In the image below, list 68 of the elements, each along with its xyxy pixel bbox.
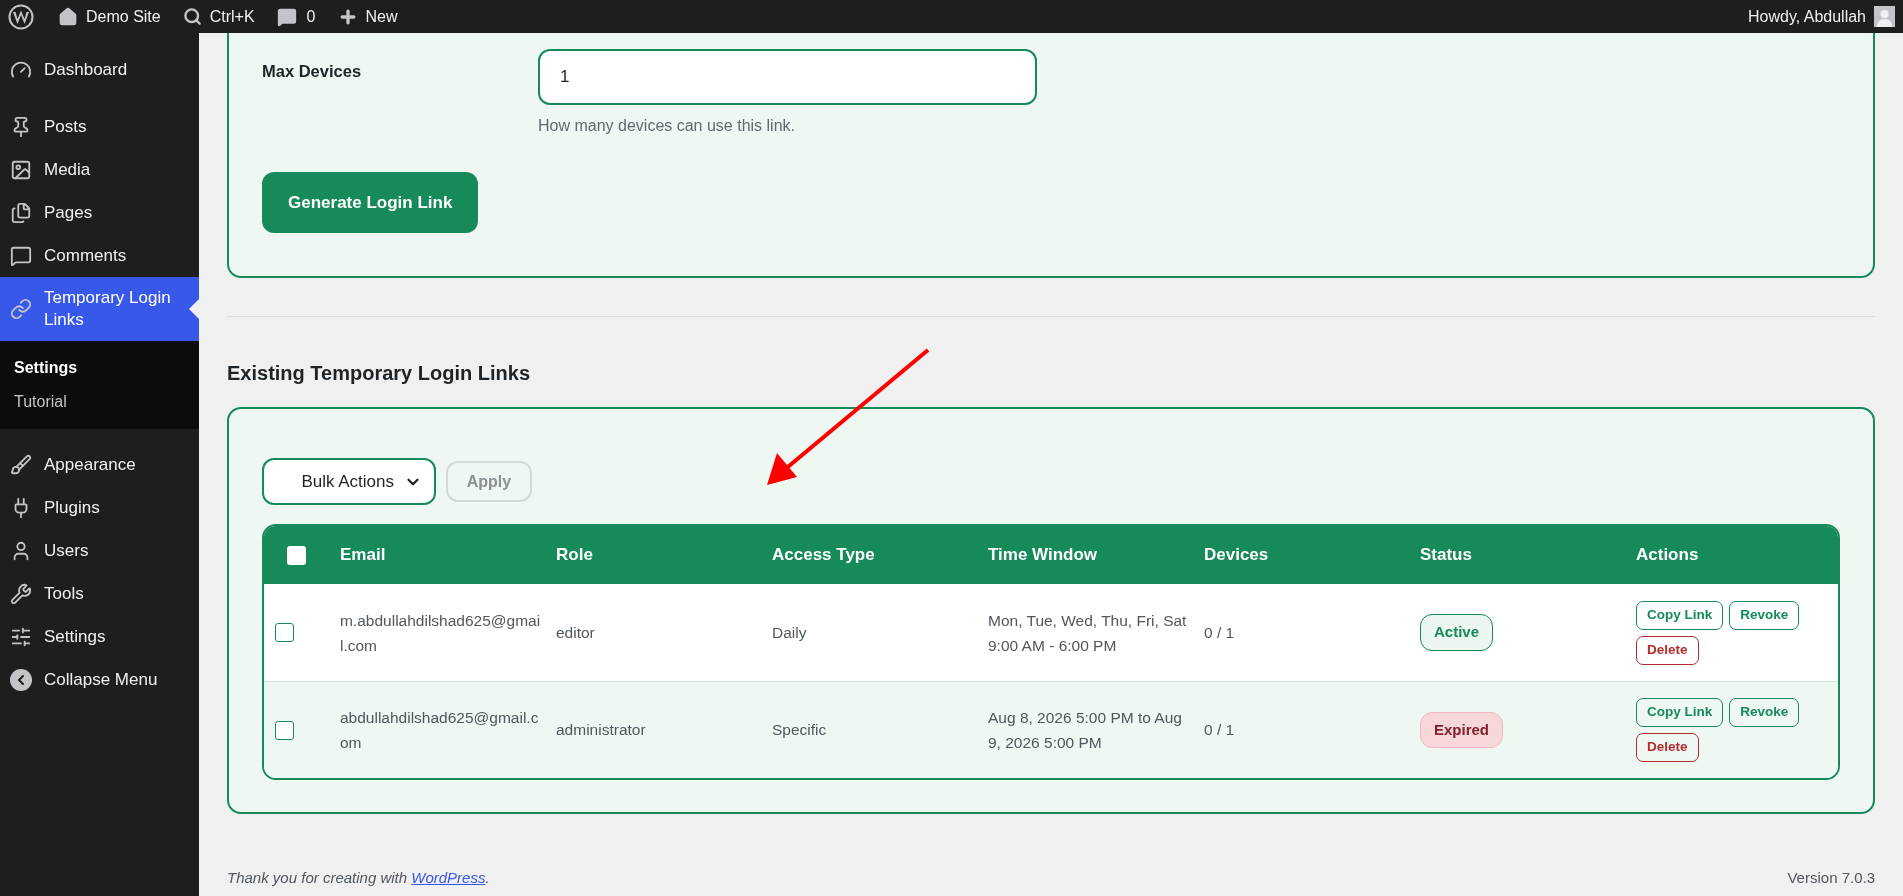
search-icon <box>182 7 202 26</box>
table-cell-text: editor <box>556 622 596 643</box>
table-cell-text: abdullahdilshad625@gmail.com <box>340 708 540 753</box>
column-header: Role <box>556 544 594 567</box>
field-label: Max Devices <box>262 61 363 82</box>
link-icon <box>10 298 32 320</box>
checkbox[interactable] <box>275 720 294 740</box>
table-cell-text: Specific <box>772 720 828 741</box>
sidebar-item[interactable]: Tools <box>0 572 199 615</box>
checkbox[interactable] <box>275 623 294 642</box>
sidebar-item[interactable]: Temporary Login Links <box>0 277 199 341</box>
pages-icon <box>10 201 32 224</box>
sidebar-item[interactable]: Comments <box>0 234 199 277</box>
collapse-icon <box>10 668 32 691</box>
status-badge: Expired <box>1420 711 1504 749</box>
action-button[interactable]: Copy Link <box>1636 600 1724 630</box>
sidebar-item[interactable]: Users <box>0 529 199 572</box>
home-icon <box>58 6 78 27</box>
greeting-link[interactable]: Howdy, Abdullah <box>1748 4 1866 29</box>
sidebar-item[interactable]: Dashboard <box>0 48 199 91</box>
comment-count[interactable]: 0 <box>306 4 316 29</box>
column-header: Access Type <box>772 544 876 567</box>
sliders-icon <box>10 625 32 648</box>
comment-icon <box>10 244 32 267</box>
table-cell-text: 0 / 1 <box>1204 720 1236 741</box>
checkbox[interactable] <box>287 545 306 565</box>
generate-button[interactable]: Generate Login Link <box>262 172 479 233</box>
table-cell-text: Aug 8, 2026 5:00 PM to Aug 9, 2026 5:00 PM <box>988 708 1183 753</box>
submenu-item[interactable]: Tutorial <box>0 385 199 419</box>
action-button[interactable]: Revoke <box>1729 600 1800 630</box>
table-cell-text: m.abdullahdilshad625@gmail.com <box>340 610 542 656</box>
wordpress-logo-icon[interactable] <box>8 3 34 30</box>
site-name-link[interactable]: Demo Site <box>86 4 161 29</box>
media-icon <box>10 158 32 181</box>
sidebar-item[interactable]: Appearance <box>0 443 199 486</box>
action-button[interactable]: Copy Link <box>1636 698 1724 727</box>
status-badge: Active <box>1420 614 1494 651</box>
sidebar-item[interactable]: Pages <box>0 191 199 234</box>
search-shortcut[interactable]: Ctrl+K <box>209 4 255 29</box>
column-header: Email <box>340 544 387 567</box>
action-button[interactable]: Delete <box>1636 635 1699 665</box>
table-cell-text: Mon, Tue, Wed, Thu, Fri, Sat 9:00 AM - 6:00 PM <box>988 610 1188 656</box>
column-header: Time Window <box>988 544 1099 567</box>
action-button[interactable]: Revoke <box>1729 698 1800 727</box>
column-header: Devices <box>1204 544 1270 567</box>
submenu-item[interactable]: Settings <box>0 351 199 385</box>
current-pointer-icon <box>189 299 199 319</box>
column-header: Actions <box>1636 544 1700 567</box>
sidebar-item[interactable]: Plugins <box>0 486 199 529</box>
version-text: Version 7.0.3 <box>1787 867 1875 888</box>
section-title: Existing Temporary Login Links <box>227 361 531 386</box>
comment-icon <box>276 6 297 27</box>
sidebar-item[interactable]: Media <box>0 148 199 191</box>
max-devices-field[interactable]: 1 <box>538 49 1037 105</box>
column-header: Status <box>1420 544 1473 567</box>
table-cell-text: Daily <box>772 622 808 643</box>
table-cell-text: administrator <box>556 720 647 741</box>
footer-text: Thank you for creating with WordPress. <box>227 867 490 888</box>
sidebar-item[interactable]: Collapse Menu <box>0 658 199 701</box>
bulk-actions-select[interactable]: Bulk Actions <box>262 458 436 505</box>
wrench-icon <box>10 582 32 605</box>
sidebar-item[interactable]: Posts <box>0 105 199 148</box>
sidebar-item[interactable]: Settings <box>0 615 199 658</box>
field-help: How many devices can use this link. <box>538 116 796 136</box>
table-cell-text: 0 / 1 <box>1204 622 1236 643</box>
action-button[interactable]: Delete <box>1636 733 1699 762</box>
brush-icon <box>10 453 32 476</box>
new-link[interactable]: New <box>365 4 398 29</box>
